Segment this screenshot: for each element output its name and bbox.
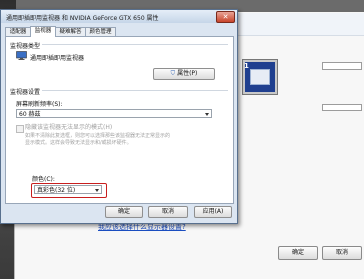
hide-modes-checkbox[interactable] — [16, 125, 24, 133]
divider — [42, 90, 228, 91]
properties-button-label: 属性(P) — [177, 70, 198, 77]
shield-icon: ⛉ — [170, 70, 176, 77]
chevron-down-icon — [205, 113, 209, 116]
refresh-rate-label: 屏幕刷新频率(S): — [16, 101, 63, 108]
color-depth-highlight — [31, 183, 107, 198]
close-icon[interactable]: ✕ — [216, 11, 235, 23]
dialog-tabs: 适配器 监视器 疑难解答 颜色管理 — [5, 26, 233, 37]
orientation-dropdown[interactable] — [322, 104, 362, 111]
cancel-button[interactable]: 取消 — [148, 206, 188, 218]
properties-button[interactable]: ⛉ 属性(P) — [153, 68, 215, 80]
monitor-tab-panel: 监视器类型 通用即插即用监视器 ⛉ 属性(P) 监视器设置 屏幕刷新频率(S):… — [5, 36, 234, 204]
monitor-preview[interactable]: 1 — [243, 60, 277, 94]
background-ok-button[interactable]: 确定 — [278, 246, 318, 260]
monitor-screen-icon — [250, 69, 270, 85]
refresh-rate-value: 60 赫兹 — [19, 111, 41, 118]
warning-text-line1: 如果不清除此复选框，则您可以选择那些该监视器无法正常显示的 — [25, 133, 171, 139]
window-header-strip — [235, 13, 364, 36]
monitor-number: 1 — [244, 62, 249, 70]
tab-monitor[interactable]: 监视器 — [30, 26, 56, 37]
monitor-type-heading: 监视器类型 — [10, 43, 41, 50]
dialog-title: 通用即插即用监视器 和 NVIDIA GeForce GTX 650 属性 — [6, 15, 159, 22]
background-cancel-button[interactable]: 取消 — [322, 246, 362, 260]
hide-modes-label: 隐藏该监视器无法显示的模式(H) — [25, 124, 113, 131]
ok-button[interactable]: 确定 — [105, 206, 143, 218]
dialog-title-bar[interactable]: 通用即插即用监视器 和 NVIDIA GeForce GTX 650 属性 ✕ — [1, 10, 237, 23]
warning-text-line2: 显示模式。这样会导致无法显示和/或损坏硬件。 — [25, 140, 132, 146]
monitor-name: 通用即插即用监视器 — [30, 55, 85, 62]
colors-label: 颜色(C): — [32, 176, 55, 183]
apply-button[interactable]: 应用(A) — [194, 206, 232, 218]
monitor-settings-heading: 监视器设置 — [10, 89, 41, 96]
refresh-rate-select[interactable]: 60 赫兹 — [16, 109, 212, 118]
divider — [42, 44, 228, 45]
display-dropdown[interactable] — [322, 62, 362, 70]
monitor-icon — [16, 51, 27, 60]
